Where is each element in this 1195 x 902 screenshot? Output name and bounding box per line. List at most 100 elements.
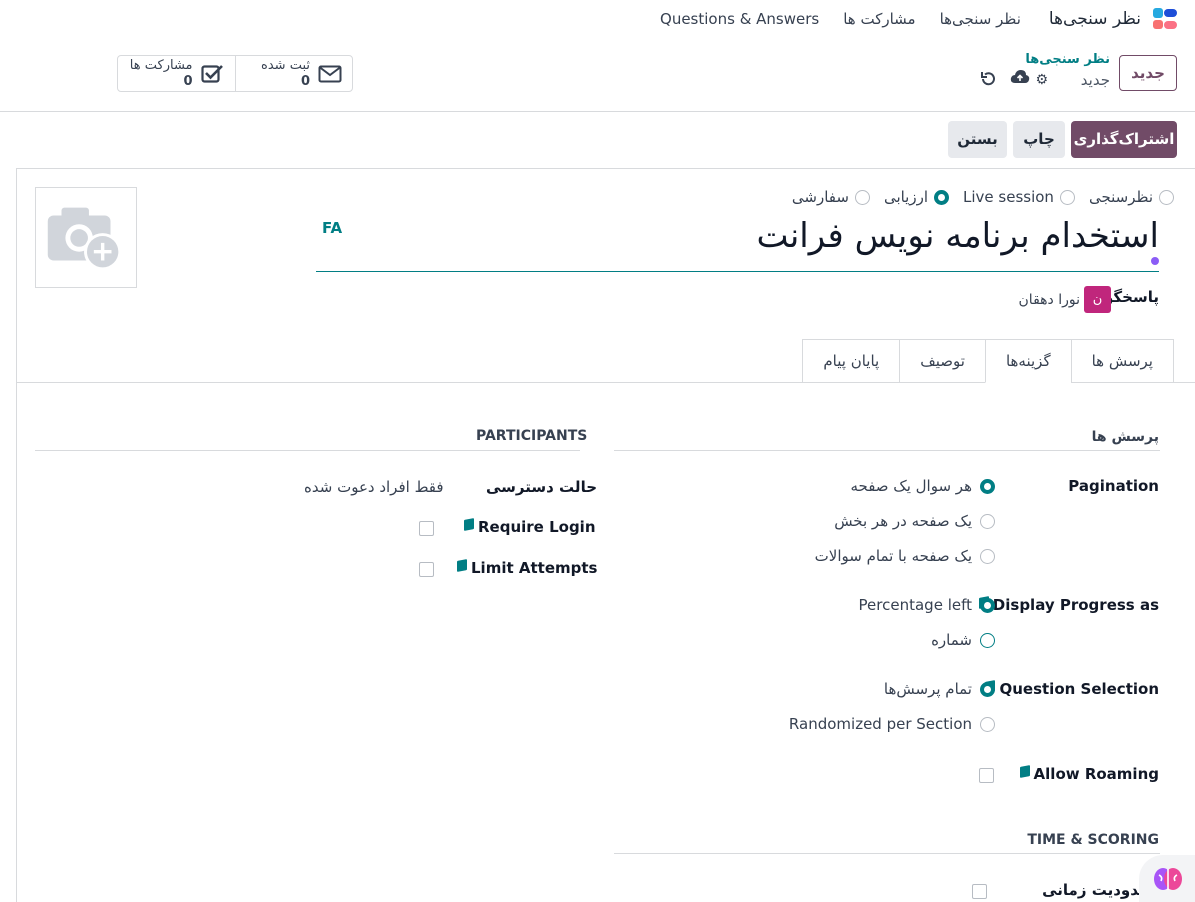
progress-option[interactable]: شماره bbox=[931, 631, 995, 649]
questions-section-title: پرسش ها bbox=[1091, 429, 1159, 445]
survey-type-label: سفارشی bbox=[791, 188, 849, 206]
radio-button[interactable] bbox=[980, 513, 995, 529]
survey-type-option[interactable]: ارزیابی bbox=[883, 188, 950, 206]
pagination-option[interactable]: هر سوال یک صفحه bbox=[850, 477, 995, 495]
close-button[interactable]: بستن bbox=[948, 121, 1007, 158]
require-login-label-text: Require Login bbox=[478, 518, 596, 536]
allow-roaming-label: Allow Roaming bbox=[1019, 764, 1159, 783]
allow-roaming-checkbox[interactable] bbox=[979, 768, 994, 783]
tab-options[interactable]: گزینه‌ها bbox=[984, 339, 1071, 383]
limit-attempts-label-text: Limit Attempts bbox=[471, 559, 598, 577]
question-selection-option-label: Randomized per Section bbox=[788, 715, 972, 733]
survey-type-label: نظرسنجی bbox=[1088, 188, 1153, 206]
participations-stat[interactable]: مشارکت ها 0 bbox=[118, 56, 235, 91]
gear-icon[interactable]: ⚙ bbox=[1035, 72, 1048, 88]
section-divider bbox=[614, 853, 1160, 854]
survey-type-radios: نظرسنجی Live session ارزیابی سفارشی bbox=[778, 188, 1174, 206]
tab-end-message[interactable]: پایان پیام bbox=[802, 339, 900, 383]
survey-title-input[interactable]: استخدام برنامه نویس فرانت bbox=[756, 216, 1159, 256]
survey-type-option[interactable]: Live session bbox=[963, 188, 1075, 206]
question-selection-label: Question Selection bbox=[985, 679, 1159, 698]
progress-label: Display Progress as bbox=[978, 595, 1159, 614]
app-logo-icon[interactable] bbox=[1149, 7, 1179, 31]
registered-stat[interactable]: ثبت شده 0 bbox=[234, 56, 353, 91]
survey-type-label: ارزیابی bbox=[883, 188, 929, 206]
responsible-name: نورا دهقان bbox=[1018, 291, 1080, 308]
access-mode-value[interactable]: فقط افراد دعوت شده bbox=[304, 478, 444, 496]
question-selection-option[interactable]: Randomized per Section bbox=[789, 715, 995, 733]
section-divider bbox=[614, 450, 1160, 451]
camera-plus-icon bbox=[47, 207, 122, 271]
stat-buttons: مشارکت ها 0 ثبت شده 0 bbox=[117, 55, 353, 92]
progress-label-text: Display Progress as bbox=[992, 596, 1159, 614]
breadcrumb-parent[interactable]: نظر سنجی‌ها bbox=[1025, 52, 1110, 67]
survey-image-upload[interactable] bbox=[35, 187, 137, 288]
require-login-label: Require Login bbox=[464, 517, 596, 536]
pagination-option-label: هر سوال یک صفحه bbox=[850, 477, 972, 495]
pagination-option-label: یک صفحه با تمام سوالات bbox=[814, 547, 972, 565]
question-selection-label-text: Question Selection bbox=[999, 680, 1159, 698]
time-scoring-title: TIME & SCORING bbox=[1027, 832, 1159, 848]
language-toggle[interactable]: FA bbox=[322, 219, 342, 237]
pagination-label: Pagination bbox=[1068, 477, 1159, 495]
required-dot bbox=[1151, 257, 1159, 265]
question-selection-option[interactable]: تمام پرسش‌ها bbox=[884, 680, 995, 698]
avatar: ن bbox=[1084, 286, 1111, 313]
pagination-option-label: یک صفحه در هر بخش bbox=[834, 512, 972, 530]
participations-stat-value: 0 bbox=[183, 74, 193, 89]
menu-surveys[interactable]: نظر سنجی‌ها bbox=[940, 10, 1021, 28]
question-selection-option-label: تمام پرسش‌ها bbox=[883, 680, 972, 698]
form-tabs: پرسش ها گزینه‌ها توصیف پایان پیام bbox=[802, 339, 1195, 383]
share-button[interactable]: اشتراک‌گذاری bbox=[1071, 121, 1177, 158]
app-title[interactable]: نظر سنجی‌ها bbox=[1049, 9, 1141, 29]
breadcrumb-current: جدید bbox=[1080, 71, 1110, 89]
tab-questions[interactable]: پرسش ها bbox=[1070, 339, 1174, 383]
access-mode-label: حالت دسترسی bbox=[486, 478, 597, 496]
help-book-icon[interactable] bbox=[464, 517, 474, 531]
control-panel: جدید نظر سنجی‌ها جدید ⚙ مشارکت ها 0 ثبت … bbox=[0, 38, 1195, 112]
radio-button[interactable] bbox=[854, 189, 870, 205]
title-underline bbox=[316, 271, 1159, 272]
envelope-icon bbox=[318, 65, 342, 83]
radio-button[interactable] bbox=[980, 597, 995, 613]
responsible-label: پاسخگو bbox=[1104, 288, 1159, 306]
radio-button[interactable] bbox=[980, 632, 995, 648]
require-login-checkbox[interactable] bbox=[419, 521, 434, 536]
brain-icon bbox=[1154, 868, 1182, 890]
undo-icon[interactable] bbox=[979, 70, 997, 88]
ai-assistant-button[interactable] bbox=[1139, 855, 1195, 902]
registered-stat-value: 0 bbox=[300, 74, 310, 89]
top-navbar: نظر سنجی‌ها نظر سنجی‌ها مشارکت ها Questi… bbox=[0, 0, 1195, 38]
pagination-label-text: Pagination bbox=[1068, 477, 1159, 495]
pagination-option[interactable]: یک صفحه با تمام سوالات bbox=[815, 547, 995, 565]
registered-stat-label: ثبت شده bbox=[261, 58, 310, 73]
limit-attempts-checkbox[interactable] bbox=[419, 562, 434, 577]
time-limit-checkbox[interactable] bbox=[972, 884, 987, 899]
radio-button[interactable] bbox=[980, 681, 995, 697]
survey-type-label: Live session bbox=[963, 188, 1054, 206]
progress-option[interactable]: Percentage left bbox=[859, 596, 995, 614]
print-button[interactable]: چاپ bbox=[1013, 121, 1065, 158]
survey-type-option[interactable]: نظرسنجی bbox=[1089, 188, 1174, 206]
radio-button[interactable] bbox=[934, 189, 950, 205]
radio-button[interactable] bbox=[980, 478, 995, 494]
menu-participations[interactable]: مشارکت ها bbox=[843, 10, 915, 28]
radio-button[interactable] bbox=[980, 716, 995, 732]
checkbox-icon bbox=[200, 65, 223, 83]
new-button[interactable]: جدید bbox=[1119, 55, 1177, 91]
progress-option-label: شماره bbox=[931, 631, 972, 649]
help-book-icon[interactable] bbox=[1019, 764, 1030, 778]
survey-type-option[interactable]: سفارشی bbox=[792, 188, 870, 206]
responsible-field[interactable]: ن نورا دهقان bbox=[1019, 286, 1111, 313]
form-sheet: نظرسنجی Live session ارزیابی سفارشی FA ا… bbox=[16, 168, 1195, 902]
tab-description[interactable]: توصیف bbox=[899, 339, 985, 383]
progress-option-label: Percentage left bbox=[858, 596, 972, 614]
radio-button[interactable] bbox=[980, 548, 995, 564]
radio-button[interactable] bbox=[1059, 189, 1075, 205]
pagination-option[interactable]: یک صفحه در هر بخش bbox=[834, 512, 995, 530]
radio-button[interactable] bbox=[1159, 189, 1174, 205]
cloud-upload-icon[interactable] bbox=[1010, 69, 1030, 85]
help-book-icon[interactable] bbox=[457, 558, 467, 572]
menu-questions-answers[interactable]: Questions & Answers bbox=[660, 10, 819, 28]
access-mode-label-text: حالت دسترسی bbox=[486, 478, 598, 496]
